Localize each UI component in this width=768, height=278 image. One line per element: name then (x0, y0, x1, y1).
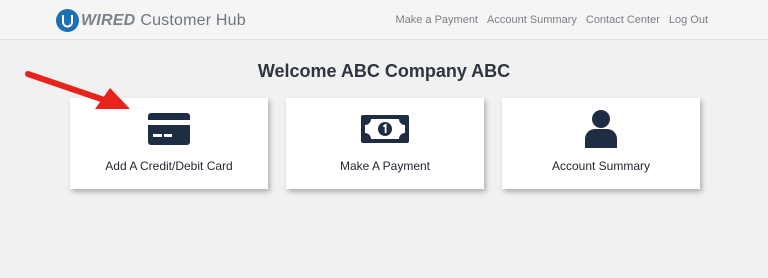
make-payment-tile[interactable]: Make A Payment (286, 98, 484, 189)
banknote-icon (361, 115, 409, 143)
user-icon (585, 110, 617, 148)
red-arrow-annotation (25, 71, 130, 109)
make-payment-label: Make A Payment (339, 159, 431, 173)
top-navbar: WIRED Customer Hub Make a Payment Account… (0, 0, 768, 40)
account-summary-label: Account Summary (551, 159, 651, 173)
nav-link-account-summary[interactable]: Account Summary (487, 14, 577, 26)
account-summary-tile[interactable]: Account Summary (502, 98, 700, 189)
brand-text: Customer Hub (140, 12, 246, 29)
nav-link-log-out[interactable]: Log Out (669, 14, 708, 26)
nav-links: Make a Payment Account Summary Contact C… (395, 14, 708, 26)
brand-mark: WIRED (81, 12, 136, 29)
brand-name[interactable]: WIRED Customer Hub (81, 12, 246, 30)
credit-card-icon (148, 113, 190, 145)
nav-link-contact-center[interactable]: Contact Center (586, 14, 660, 26)
add-card-label: Add A Credit/Debit Card (105, 159, 233, 173)
brand-logo-icon[interactable] (56, 9, 79, 32)
nav-link-make-a-payment[interactable]: Make a Payment (395, 14, 478, 26)
